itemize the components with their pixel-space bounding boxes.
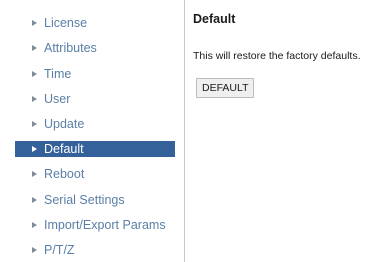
triangle-right-icon [32, 171, 37, 177]
sidebar-item-ptz[interactable]: P/T/Z [15, 242, 175, 258]
sidebar-item-label: Reboot [44, 167, 85, 181]
sidebar-item-attributes[interactable]: Attributes [15, 40, 175, 56]
sidebar-item-label: P/T/Z [44, 243, 75, 257]
sidebar-item-reboot[interactable]: Reboot [15, 166, 175, 182]
sidebar-item-default[interactable]: Default [15, 141, 175, 157]
settings-sidebar: License Attributes Time User Update Defa… [0, 0, 185, 262]
sidebar-item-serial-settings[interactable]: Serial Settings [15, 192, 175, 208]
triangle-right-icon [32, 222, 37, 228]
triangle-right-icon [32, 20, 37, 26]
triangle-right-icon [32, 247, 37, 253]
sidebar-item-label: License [44, 16, 88, 30]
page-title: Default [193, 12, 236, 26]
sidebar-item-time[interactable]: Time [15, 66, 175, 82]
triangle-right-icon [32, 146, 37, 152]
sidebar-item-label: Default [44, 142, 84, 156]
sidebar-item-update[interactable]: Update [15, 116, 175, 132]
sidebar-item-label: Import/Export Params [44, 218, 166, 232]
sidebar-item-label: Serial Settings [44, 193, 125, 207]
default-button[interactable]: DEFAULT [196, 78, 255, 98]
triangle-right-icon [32, 197, 37, 203]
sidebar-item-label: User [44, 92, 71, 106]
sidebar-item-label: Update [44, 117, 85, 131]
sidebar-item-label: Attributes [44, 41, 97, 55]
triangle-right-icon [32, 121, 37, 127]
triangle-right-icon [32, 96, 37, 102]
sidebar-item-label: Time [44, 67, 72, 81]
triangle-right-icon [32, 71, 37, 77]
triangle-right-icon [32, 45, 37, 51]
sidebar-item-license[interactable]: License [15, 15, 175, 31]
description-text: This will restore the factory defaults. [193, 50, 361, 62]
sidebar-item-import-export-params[interactable]: Import/Export Params [15, 217, 175, 233]
sidebar-item-user[interactable]: User [15, 91, 175, 107]
